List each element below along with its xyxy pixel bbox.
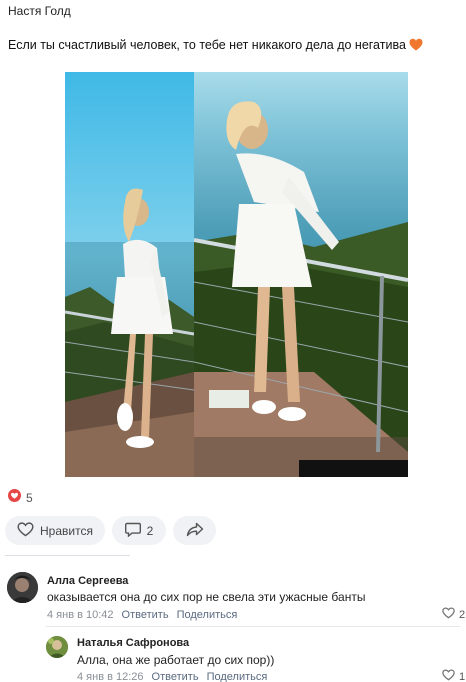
like-button[interactable]: Нравится (5, 516, 105, 545)
divider (5, 555, 130, 556)
comment-date[interactable]: 4 янв в 12:26 (77, 671, 144, 682)
post-author[interactable]: Настя Голд (8, 4, 71, 18)
comment-icon (124, 522, 141, 540)
comment-meta: 4 янв в 10:42 Ответить Поделиться (47, 609, 237, 621)
likes-summary[interactable]: 5 (8, 489, 33, 507)
red-heart-icon (8, 489, 21, 507)
comment-text: Алла, она же работает до сих пор)) (77, 653, 275, 667)
comment-like-count: 1 (459, 670, 466, 682)
share-link[interactable]: Поделиться (207, 671, 268, 682)
comment-button[interactable]: 2 (112, 516, 166, 545)
post-text-content: Если ты счастливый человек, то тебе нет … (8, 38, 406, 52)
post-text: Если ты счастливый человек, то тебе нет … (8, 38, 423, 54)
share-link[interactable]: Поделиться (177, 609, 238, 621)
heart-outline-icon (442, 669, 455, 682)
post-photos[interactable] (65, 72, 408, 477)
post-actions: Нравится 2 (5, 516, 216, 545)
heart-outline-icon (17, 521, 34, 540)
comment-date[interactable]: 4 янв в 10:42 (47, 609, 114, 621)
orange-heart-icon (409, 38, 423, 54)
heart-outline-icon (442, 607, 455, 622)
reply-link[interactable]: Ответить (122, 609, 169, 621)
post-photo-1[interactable] (65, 72, 194, 477)
comment-meta: 4 янв в 12:26 Ответить Поделиться (77, 671, 267, 682)
comment-like-button[interactable]: 2 (442, 607, 465, 622)
comment-text: оказывается она до сих пор не свела эти … (47, 590, 366, 604)
comment-author[interactable]: Наталья Сафронова (77, 637, 189, 649)
comment-like-button[interactable]: 1 (442, 669, 465, 682)
divider (46, 626, 460, 627)
reply-link[interactable]: Ответить (152, 671, 199, 682)
comment-count: 2 (146, 523, 154, 538)
comment-author[interactable]: Алла Сергеева (47, 575, 128, 587)
comment-like-count: 2 (459, 608, 466, 621)
avatar[interactable] (7, 572, 38, 603)
share-button[interactable] (173, 516, 216, 545)
likes-count: 5 (26, 491, 33, 505)
share-arrow-icon (186, 522, 204, 540)
avatar[interactable] (46, 636, 68, 658)
like-label: Нравится (40, 523, 93, 538)
post-photo-2[interactable] (194, 72, 408, 477)
